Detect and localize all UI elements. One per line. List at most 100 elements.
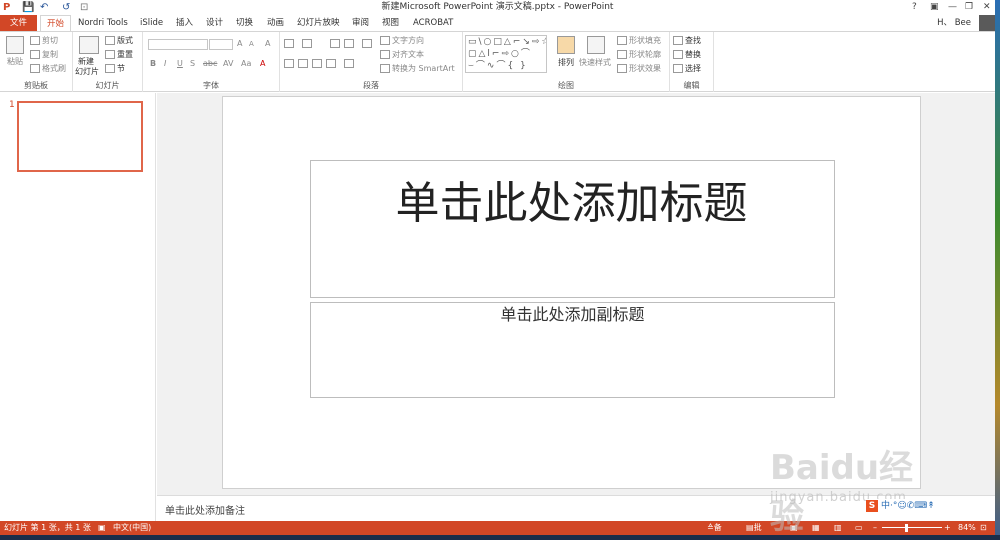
italic-button[interactable]: I bbox=[164, 59, 166, 69]
zoom-level[interactable]: 84% bbox=[958, 521, 976, 535]
new-slide-icon[interactable] bbox=[79, 36, 99, 54]
justify-button[interactable] bbox=[326, 59, 338, 69]
close-button[interactable]: ✕ bbox=[983, 1, 991, 13]
bullets-button[interactable] bbox=[284, 39, 296, 49]
change-case-button[interactable]: Aa bbox=[241, 59, 251, 69]
slide-sorter-icon[interactable]: ▦ bbox=[812, 521, 820, 535]
subtitle-placeholder-text[interactable]: 单击此处添加副标题 bbox=[311, 305, 834, 325]
align-center-button[interactable] bbox=[298, 59, 310, 69]
decrease-indent-button[interactable] bbox=[330, 39, 342, 49]
font-family-select[interactable] bbox=[148, 39, 208, 50]
layout-button[interactable]: 版式 bbox=[105, 36, 133, 46]
window-title: 新建Microsoft PowerPoint 演示文稿.pptx - Power… bbox=[381, 2, 614, 12]
format-painter-button[interactable]: 格式刷 bbox=[30, 64, 66, 74]
zoom-slider[interactable] bbox=[882, 527, 942, 528]
align-left-button[interactable] bbox=[284, 59, 296, 69]
tab-slideshow[interactable]: 幻灯片放映 bbox=[297, 15, 340, 31]
shapes-gallery[interactable]: ▭\○□△⌐↘⇨☆ ▢△ⅼ⌐⇨○⌒ ⌣⌒∿⌒{ } bbox=[465, 35, 547, 73]
cut-button[interactable]: 剪切 bbox=[30, 36, 58, 46]
smartart-button[interactable]: 转换为 SmartArt bbox=[380, 64, 455, 74]
new-slide-button[interactable]: 新建 bbox=[78, 57, 94, 67]
slide-thumbnail[interactable] bbox=[17, 101, 143, 172]
clear-format-button[interactable]: A bbox=[265, 39, 270, 49]
help-button[interactable]: ? bbox=[912, 1, 917, 13]
subtitle-placeholder[interactable]: 单击此处添加副标题 bbox=[310, 302, 835, 398]
minimize-button[interactable]: — bbox=[948, 1, 957, 13]
paste-button[interactable]: 粘贴 bbox=[7, 57, 23, 67]
tab-design[interactable]: 设计 bbox=[206, 15, 223, 31]
copy-button[interactable]: 复制 bbox=[30, 50, 58, 60]
char-spacing-button[interactable]: AV bbox=[223, 59, 233, 69]
normal-view-icon[interactable]: ▣ bbox=[790, 521, 798, 535]
font-grow-button[interactable]: A bbox=[237, 39, 242, 49]
restore-button[interactable]: ❐ bbox=[965, 1, 973, 13]
align-text-button[interactable]: 对齐文本 bbox=[380, 50, 424, 60]
underline-button[interactable]: U bbox=[177, 59, 183, 69]
user-name[interactable]: H、 Bee bbox=[937, 17, 971, 29]
strikethrough-button[interactable]: abc bbox=[203, 59, 217, 69]
find-button[interactable]: 查找 bbox=[673, 36, 701, 46]
arrange-icon[interactable] bbox=[557, 36, 575, 54]
spellcheck-icon[interactable]: ▣ bbox=[98, 521, 106, 535]
tab-acrobat[interactable]: ACROBAT bbox=[413, 15, 453, 31]
fit-to-window-icon[interactable]: ⊡ bbox=[980, 521, 987, 535]
tab-view[interactable]: 视图 bbox=[382, 15, 399, 31]
align-text-icon bbox=[380, 50, 390, 59]
bold-button[interactable]: B bbox=[150, 59, 156, 69]
slide-canvas[interactable]: 单击此处添加标题 单击此处添加副标题 bbox=[222, 96, 921, 489]
align-right-button[interactable] bbox=[312, 59, 324, 69]
replace-button[interactable]: 替换 bbox=[673, 50, 701, 60]
reset-button[interactable]: 重置 bbox=[105, 50, 133, 60]
line-spacing-button[interactable] bbox=[362, 39, 374, 49]
comments-button[interactable]: ▤ 批注 bbox=[746, 521, 762, 540]
replace-label: 替换 bbox=[685, 50, 701, 59]
tab-transitions[interactable]: 切换 bbox=[236, 15, 253, 31]
brush-icon bbox=[30, 64, 40, 73]
reading-view-icon[interactable]: ▥ bbox=[834, 521, 842, 535]
ime-status[interactable]: 中·°☺✆⌨↟ bbox=[881, 501, 935, 511]
notes-placeholder[interactable]: 单击此处添加备注 bbox=[165, 502, 245, 517]
notes-button[interactable]: ≙ 备注 bbox=[707, 521, 722, 540]
select-button[interactable]: 选择 bbox=[673, 64, 701, 74]
desktop-wallpaper-edge bbox=[995, 0, 1000, 540]
tab-review[interactable]: 审阅 bbox=[352, 15, 369, 31]
shape-outline-label: 形状轮廓 bbox=[629, 50, 661, 59]
shape-outline-button[interactable]: 形状轮廓 bbox=[617, 50, 661, 60]
avatar[interactable] bbox=[979, 15, 995, 31]
sogou-ime-icon[interactable]: S bbox=[866, 500, 878, 512]
tab-file[interactable]: 文件 bbox=[0, 15, 38, 31]
numbering-button[interactable] bbox=[302, 39, 314, 49]
quick-styles-button[interactable]: 快速样式 bbox=[579, 58, 611, 68]
tab-home[interactable]: 开始 bbox=[40, 15, 72, 32]
tab-insert[interactable]: 插入 bbox=[176, 15, 193, 31]
arrange-button[interactable]: 排列 bbox=[558, 58, 574, 68]
zoom-out-button[interactable]: – bbox=[873, 521, 877, 535]
shape-effects-button[interactable]: 形状效果 bbox=[617, 64, 661, 74]
new-slide-label2[interactable]: 幻灯片 bbox=[75, 67, 99, 77]
shape-fill-button[interactable]: 形状填充 bbox=[617, 36, 661, 46]
zoom-slider-thumb[interactable] bbox=[905, 524, 908, 532]
zoom-in-button[interactable]: + bbox=[944, 521, 951, 535]
cursor-icon bbox=[673, 64, 683, 73]
tab-nordri-tools[interactable]: Nordri Tools bbox=[78, 15, 128, 31]
ribbon-display-button[interactable]: ▣ bbox=[930, 1, 939, 13]
tab-animations[interactable]: 动画 bbox=[267, 15, 284, 31]
text-direction-button[interactable]: 文字方向 bbox=[380, 36, 424, 46]
slideshow-icon[interactable]: ▭ bbox=[855, 521, 863, 535]
section-button[interactable]: 节 bbox=[105, 64, 125, 74]
font-shrink-button[interactable]: A bbox=[249, 39, 254, 49]
line-spacing-icon bbox=[362, 39, 372, 48]
format-painter-label: 格式刷 bbox=[42, 64, 66, 73]
columns-button[interactable] bbox=[344, 59, 356, 69]
tab-islide[interactable]: iSlide bbox=[140, 15, 163, 31]
increase-indent-button[interactable] bbox=[344, 39, 356, 49]
shadow-button[interactable]: S bbox=[190, 59, 195, 69]
paste-icon[interactable] bbox=[6, 36, 24, 54]
font-size-select[interactable] bbox=[209, 39, 233, 50]
font-color-button[interactable]: A bbox=[260, 59, 265, 69]
ime-toolbar[interactable]: S 中·°☺✆⌨↟ bbox=[866, 499, 976, 513]
quick-styles-icon[interactable] bbox=[587, 36, 605, 54]
title-placeholder-text[interactable]: 单击此处添加标题 bbox=[223, 179, 920, 229]
status-bar: 幻灯片 第 1 张，共 1 张 ▣ 中文(中国) ≙ 备注 ▤ 批注 ▣ ▦ ▥… bbox=[0, 521, 995, 540]
language[interactable]: 中文(中国) bbox=[113, 521, 151, 535]
